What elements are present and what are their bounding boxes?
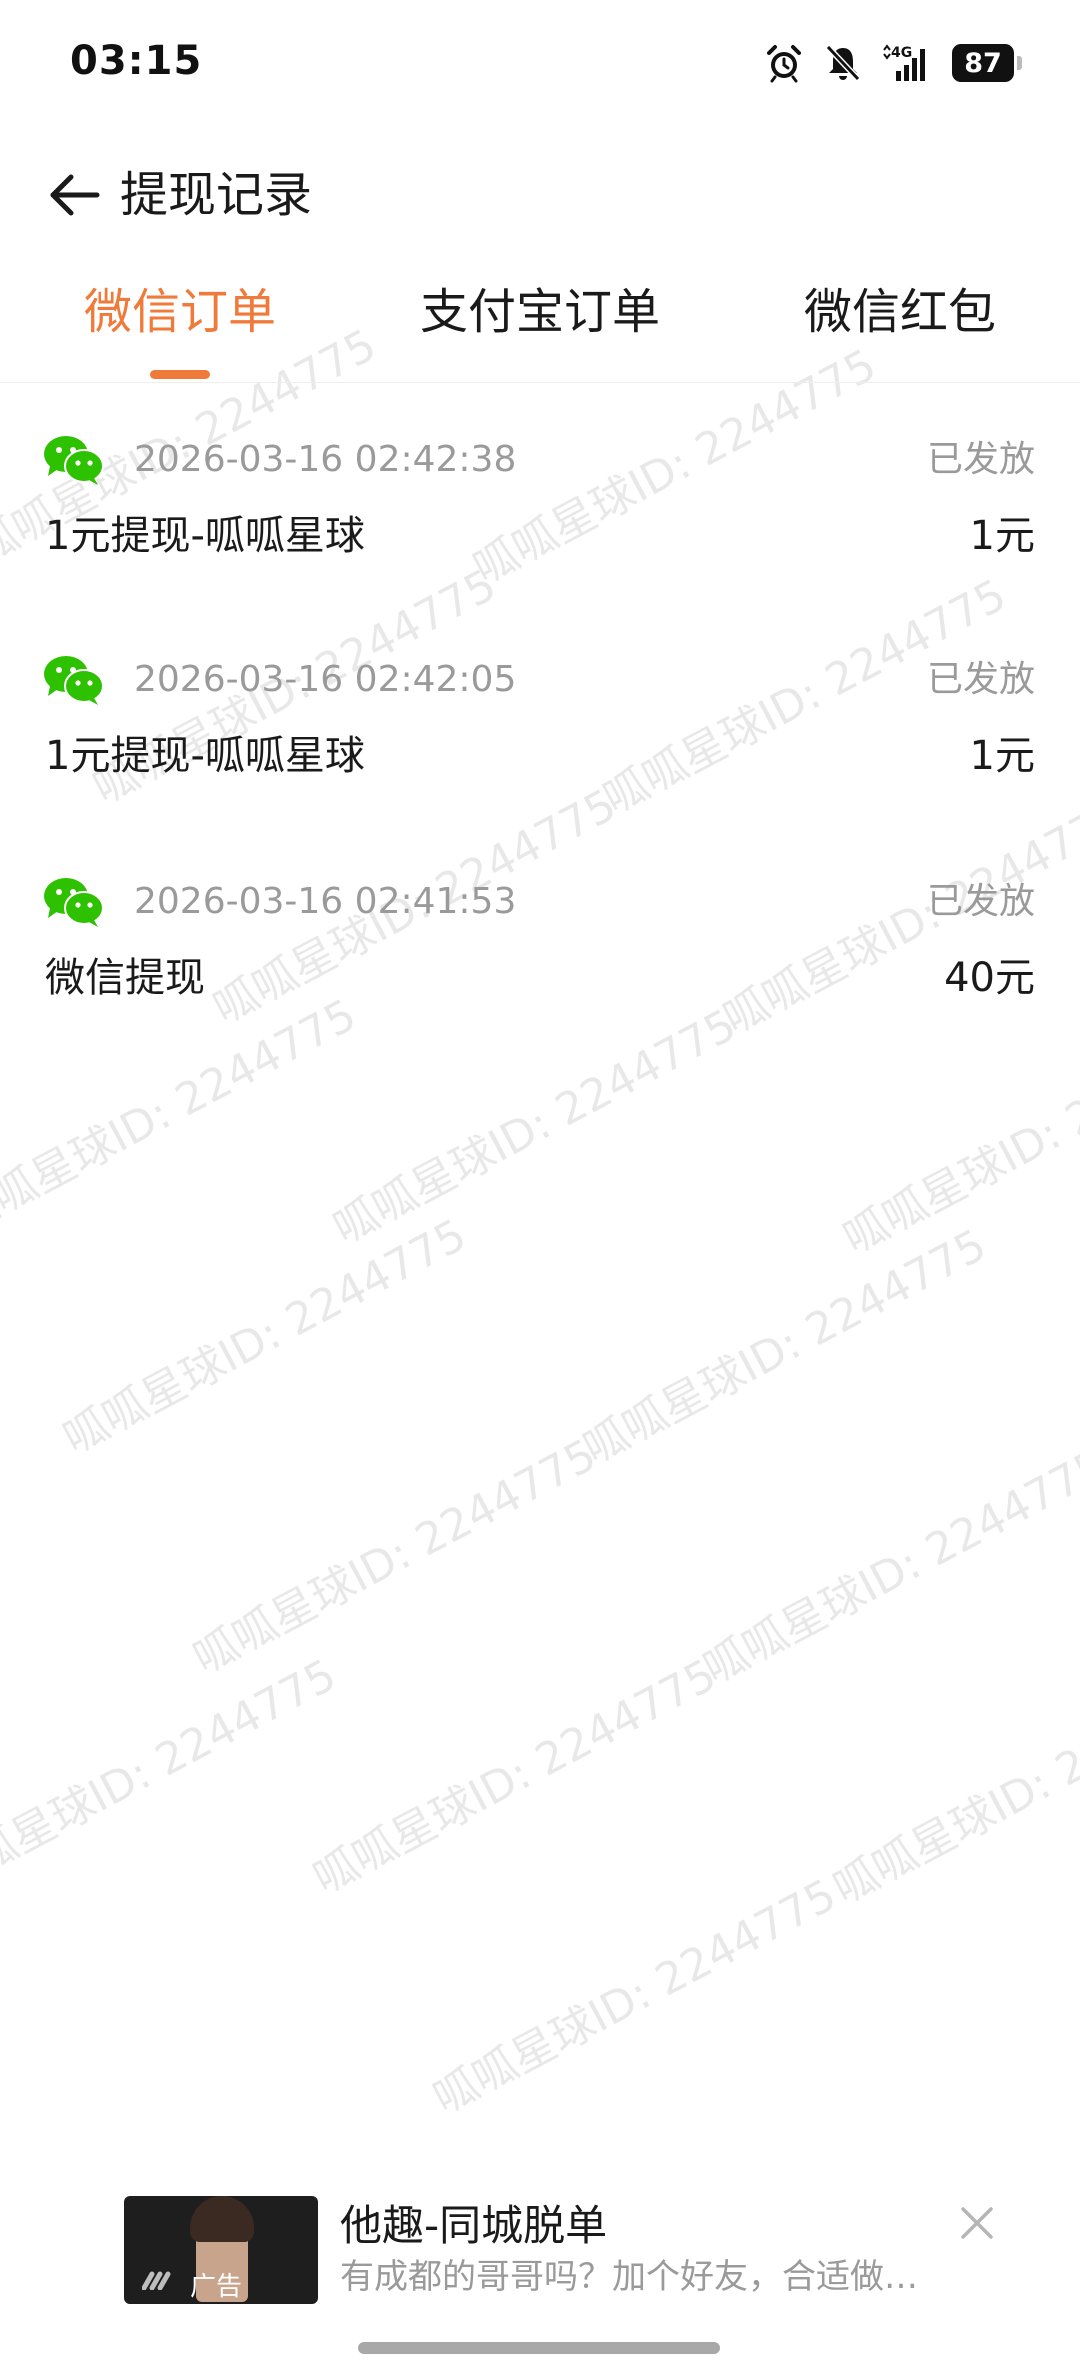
record-amount: 1元	[969, 513, 1035, 559]
status-time: 03:15	[70, 38, 203, 84]
close-icon	[961, 2207, 993, 2239]
home-indicator[interactable]	[358, 2342, 720, 2354]
ad-banner[interactable]: 广告 他趣-同城脱单 有成都的哥哥吗？加个好友，合适做…	[124, 2196, 1004, 2308]
watermark: 呱呱星球ID: 2244775	[55, 1209, 475, 1465]
ad-badge: 广告	[190, 2272, 243, 2302]
record-time: 2026-03-16 02:42:05	[134, 659, 517, 700]
record-status: 已发放	[926, 439, 1035, 480]
record-title: 微信提现	[45, 955, 205, 1001]
list-item[interactable]: 2026-03-16 02:42:05 已发放 1元提现-呱呱星球 1元	[0, 648, 1080, 848]
status-icons: 4G 87	[764, 40, 1022, 86]
ad-close-button[interactable]	[950, 2196, 1004, 2250]
battery-level: 87	[952, 44, 1014, 82]
wechat-icon	[44, 878, 104, 927]
list-item[interactable]: 2026-03-16 02:42:38 已发放 1元提现-呱呱星球 1元	[0, 428, 1080, 628]
tab-wechat-orders[interactable]: 微信订单	[80, 279, 280, 345]
tab-alipay-orders[interactable]: 支付宝订单	[400, 279, 680, 345]
tab-bar: 微信订单 支付宝订单 微信红包	[0, 265, 1080, 383]
wechat-icon	[44, 436, 104, 485]
battery-icon: 87	[952, 44, 1022, 82]
watermark: 呱呱星球ID: 2244775	[575, 1219, 995, 1475]
record-status: 已发放	[926, 659, 1035, 700]
tab-indicator	[150, 370, 210, 379]
record-status: 已发放	[926, 881, 1035, 922]
app-logo-icon	[142, 2271, 171, 2290]
mute-icon	[825, 44, 861, 82]
watermark: 呱呱星球ID: 2244775	[185, 1429, 605, 1685]
page-title: 提现记录	[120, 167, 313, 223]
tab-wechat-red-packets[interactable]: 微信红包	[780, 279, 1020, 345]
watermark: 呱呱星球ID: 2244775	[425, 1869, 845, 2125]
record-time: 2026-03-16 02:41:53	[134, 881, 517, 922]
record-title: 1元提现-呱呱星球	[45, 733, 365, 779]
back-button[interactable]	[42, 162, 108, 228]
record-amount: 1元	[969, 733, 1035, 779]
network-label: 4G	[891, 45, 912, 61]
alarm-icon	[767, 45, 801, 83]
arrow-left-icon	[50, 174, 100, 216]
watermark: 呱呱星球ID: 2244775	[305, 1649, 725, 1905]
watermark: 呱呱星球ID: 2244775	[825, 1659, 1080, 1915]
watermark: 呱呱星球ID: 2244775	[695, 1439, 1080, 1695]
record-title: 1元提现-呱呱星球	[45, 513, 365, 559]
ad-title[interactable]: 他趣-同城脱单	[340, 2200, 607, 2252]
ad-description[interactable]: 有成都的哥哥吗？加个好友，合适做…	[340, 2254, 950, 2300]
watermark: 呱呱星球ID: 2244775	[0, 1649, 345, 1905]
ad-thumbnail[interactable]: 广告	[124, 2196, 318, 2304]
wechat-icon	[44, 656, 104, 705]
record-amount: 40元	[944, 955, 1035, 1001]
record-time: 2026-03-16 02:42:38	[134, 439, 517, 480]
header: 提现记录	[0, 140, 1080, 250]
signal-icon: 4G	[883, 44, 925, 81]
list-item[interactable]: 2026-03-16 02:41:53 已发放 微信提现 40元	[0, 870, 1080, 1070]
status-bar: 03:15 4G 87	[0, 0, 1080, 130]
